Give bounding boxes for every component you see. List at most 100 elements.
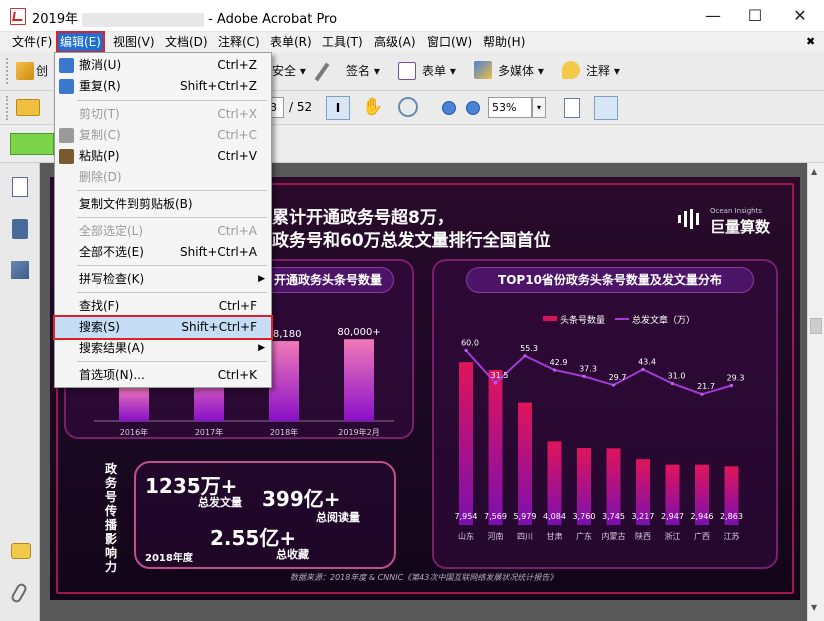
menu-item-label: 搜索(S) [79,320,120,334]
brand-subtitle: Ocean Insights [710,207,762,215]
province-combo-chart: 7,954 山东 7,569 河南 5,979 四川 4,084 甘肃 3,760 广东 3,745… [455,338,745,541]
edit-menu-item-9[interactable]: 拼写检查(K) ▶ [55,269,271,290]
menu-item-label: 复制(C) [79,128,121,142]
menu-help[interactable]: 帮助(H) [481,33,527,51]
edit-menu-item-4[interactable]: 粘贴(P) Ctrl+V [55,146,271,167]
menu-document[interactable]: 文档(D) [163,33,210,51]
zoom-in-icon[interactable] [466,101,480,115]
copy-icon [59,128,74,143]
province-label: 甘肃 [547,531,563,541]
headline-line1: 累计开通政务号超8万， [272,208,454,228]
province-bar [459,362,473,525]
multimedia-icon [474,61,492,79]
articles-point [700,392,704,396]
bookmarks-icon[interactable] [12,219,28,239]
impact-vertical-label: 政务号传播影响力 [104,462,117,574]
redo-icon [59,79,74,94]
scroll-up-icon[interactable]: ▲ [811,167,817,176]
maximize-button[interactable]: ☐ [732,0,778,32]
edit-menu-item-8[interactable]: 全部不选(E) Shift+Ctrl+A [55,242,271,263]
edit-menu-item-5[interactable]: 删除(D) [55,167,271,188]
province-label: 广东 [576,531,592,541]
stat-reads-value: 399亿+ [262,487,341,511]
articles-value: 29.7 [609,373,627,382]
brand-logo-icon [676,209,704,229]
edit-menu-item-6[interactable]: 复制文件到剪贴板(B) [55,194,271,215]
edit-menu-item-0[interactable]: 撤消(U) Ctrl+Z [55,55,271,76]
annual-bar-value: 80,000+ [337,327,380,338]
pdf-app-icon [10,8,26,25]
comment-button[interactable]: 注释 ▾ [586,60,620,82]
create-pdf-button[interactable]: 创 [36,60,48,82]
multimedia-label: 多媒体 [498,64,535,78]
menu-tools[interactable]: 工具(T) [320,33,365,51]
create-pdf-icon[interactable] [16,62,34,80]
scroll-down-icon[interactable]: ▼ [811,603,817,612]
articles-value: 31.0 [668,372,686,381]
open-folder-icon[interactable] [16,99,40,116]
edit-menu-item-10[interactable]: 查找(F) Ctrl+F [55,296,271,317]
doc-close-icon[interactable]: ✖ [806,35,815,48]
pages-icon[interactable] [12,177,28,197]
menu-comments[interactable]: 注释(C) [216,33,262,51]
brand-name: 巨量算数 [710,218,771,236]
fit-page-icon[interactable] [564,98,580,118]
province-bar-value: 5,979 [514,512,537,521]
menu-edit[interactable]: 编辑(E) [56,31,105,53]
articles-point [464,348,468,353]
articles-point [493,381,498,385]
zoom-out-icon[interactable] [442,101,456,115]
edit-menu-item-13[interactable]: 首选项(N)... Ctrl+K [55,365,271,386]
forms-label: 表单 [422,64,447,78]
province-bar-value: 2,947 [661,512,684,521]
edit-menu-item-11[interactable]: 搜索(S) Shift+Ctrl+F [53,315,273,340]
edit-menu-item-12[interactable]: 搜索结果(A) ▶ [55,338,271,359]
zoom-level-input[interactable]: 53% [488,97,532,118]
scroll-thumb[interactable] [810,318,822,334]
province-bar-value: 7,569 [484,512,507,521]
comments-pane-icon[interactable] [11,543,31,559]
zoom-tool-icon[interactable] [398,97,418,117]
comment-icon [562,61,580,79]
security-label: 安全 [272,64,297,78]
menu-file[interactable]: 文件(F) [10,33,54,51]
annual-category-label: 2016年 [120,427,148,437]
edit-menu-dropdown: 撤消(U) Ctrl+Z 重复(R) Shift+Ctrl+Z 剪切(T) Ctrl+X 复… [53,52,273,388]
sign-button[interactable]: 签名 ▾ [346,60,380,82]
edit-menu-item-3[interactable]: 复制(C) Ctrl+C [55,125,271,146]
edit-menu-item-1[interactable]: 重复(R) Shift+Ctrl+Z [55,76,271,97]
select-tool-icon[interactable]: I [326,96,350,120]
edit-menu-item-2[interactable]: 剪切(T) Ctrl+X [55,104,271,125]
window-title-suffix: - Adobe Acrobat Pro [208,12,338,27]
hand-tool-icon[interactable]: ✋ [362,97,383,117]
menu-item-label: 重复(R) [79,79,121,93]
articles-point [582,374,586,378]
attachments-icon[interactable] [9,581,29,605]
multimedia-button[interactable]: 多媒体 ▾ [498,60,544,82]
menu-separator [77,100,267,101]
window-title-prefix: 2019年 [32,12,79,27]
province-bar-value: 3,217 [632,512,655,521]
vertical-scrollbar[interactable]: ▲ ▼ [807,163,824,621]
menu-item-label: 全部选定(L) [79,224,144,238]
zoom-dropdown-arrow-icon[interactable]: ▾ [532,97,546,118]
menu-item-shortcut: Ctrl+A [217,224,257,238]
menu-forms[interactable]: 表单(R) [268,33,314,51]
security-button[interactable]: 安全 ▾ [272,60,306,82]
menu-item-label: 全部不选(E) [79,245,144,259]
menu-view[interactable]: 视图(V) [111,33,157,51]
menu-advanced[interactable]: 高级(A) [372,33,418,51]
province-label: 江苏 [724,531,740,541]
close-button[interactable]: ✕ [777,0,823,32]
menu-item-label: 粘贴(P) [79,149,120,163]
highlight-color-swatch[interactable] [10,133,54,155]
fit-width-icon[interactable] [594,96,618,120]
forms-button[interactable]: 表单 ▾ [422,60,456,82]
menu-separator [77,265,267,266]
minimize-button[interactable]: — [690,0,736,32]
menu-window[interactable]: 窗口(W) [425,33,474,51]
edit-menu-item-7[interactable]: 全部选定(L) Ctrl+A [55,221,271,242]
page-total: / 52 [289,100,313,114]
signatures-icon[interactable] [11,261,29,279]
articles-point [552,368,557,372]
